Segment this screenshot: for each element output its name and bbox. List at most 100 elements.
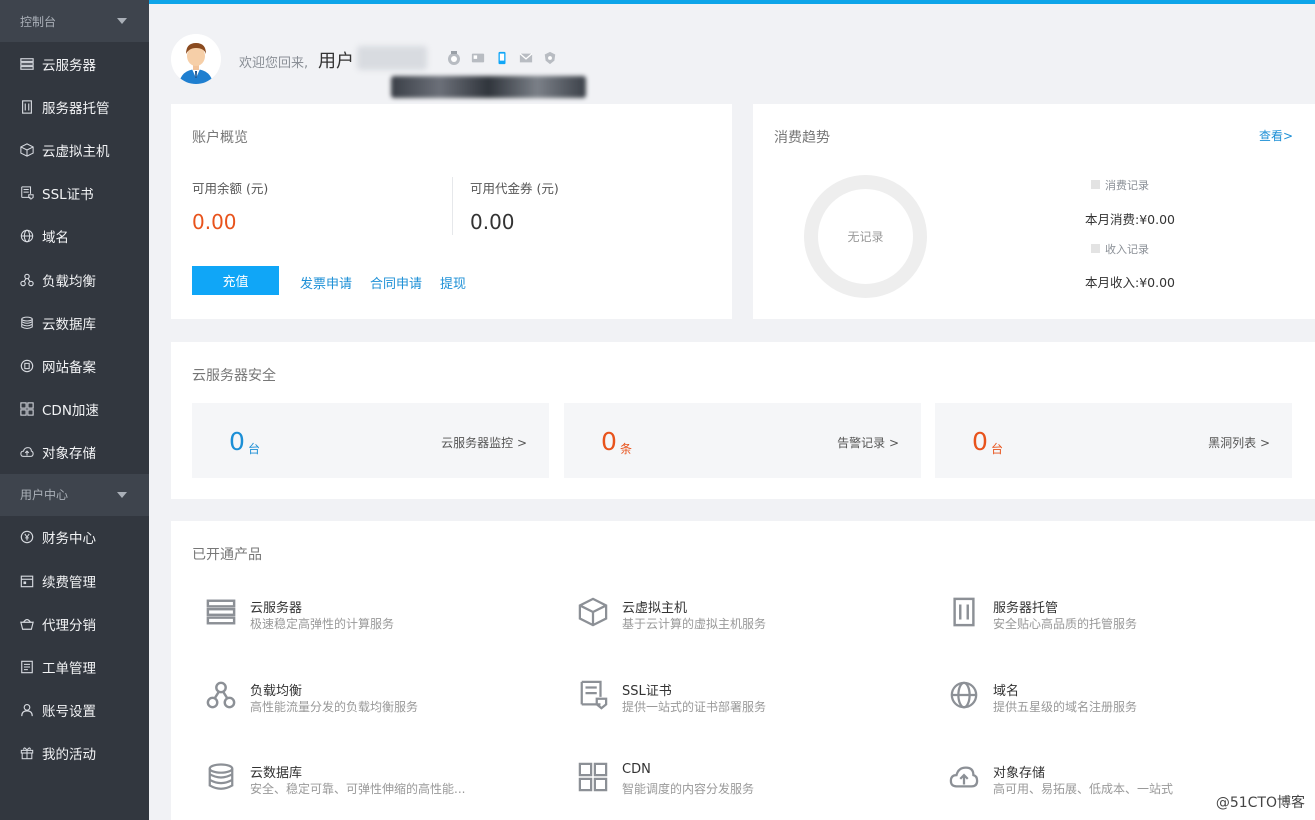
product-name: CDN [622,762,651,777]
sidebar-item[interactable]: 我的活动 [0,732,149,775]
legend-income: 收入记录 [1105,243,1149,256]
product-desc: 安全、稳定可靠、可弹性伸缩的高性能... [250,782,466,796]
sidebar-item[interactable]: 网站备案 [0,344,149,387]
rack-icon [20,100,34,114]
invoice-link[interactable]: 发票申请 [300,273,352,292]
product-item[interactable]: CDN 智能调度的内容分发服务 [578,762,908,812]
product-item[interactable]: 服务器托管 安全贴心高品质的托管服务 [949,597,1279,647]
blackhole-unit: 台 [991,442,1004,456]
blackhole-link[interactable]: 黑洞列表 > [1208,434,1270,451]
product-desc: 提供五星级的域名注册服务 [993,700,1138,714]
consumption-trend-card: 消费趋势 查看> 无记录 消费记录 本月消费:¥0.00 收入记录 本月收入:¥… [753,104,1315,319]
alerts-count: 0 [601,427,617,456]
product-item[interactable]: SSL证书 提供一站式的证书部署服务 [578,680,908,730]
avatar[interactable] [171,34,221,84]
sidebar-item-label: 续费管理 [42,574,96,591]
basket-icon [20,617,34,631]
voucher-value: 0.00 [470,210,515,234]
product-desc: 高性能流量分发的负载均衡服务 [250,700,419,714]
sidebar-item-label: 工单管理 [42,661,96,678]
cube-icon [578,597,612,631]
alerts-unit: 条 [620,442,633,456]
sidebar-item[interactable]: CDN加速 [0,388,149,431]
sidebar-item[interactable]: 账号设置 [0,689,149,732]
sidebar-item[interactable]: 云虚拟主机 [0,128,149,171]
sidebar-section-user-center[interactable]: 用户中心 [0,473,149,516]
product-desc: 极速稳定高弹性的计算服务 [250,617,395,631]
id-card-icon[interactable] [470,50,486,66]
sidebar-item-label: 云虚拟主机 [42,143,110,160]
product-name: 对象存储 [993,766,1046,781]
legend-swatch-income [1091,244,1100,253]
product-item[interactable]: 云服务器 极速稳定高弹性的计算服务 [206,597,536,647]
cdn-icon [578,762,612,796]
cube-icon [20,143,34,157]
sidebar-item[interactable]: 工单管理 [0,645,149,688]
gift-icon [20,746,34,760]
product-item[interactable]: 云虚拟主机 基于云计算的虚拟主机服务 [578,597,908,647]
sidebar-item[interactable]: 域名 [0,215,149,258]
product-desc: 高可用、易拓展、低成本、一站式 [993,782,1174,796]
sidebar-item[interactable]: SSL证书 [0,172,149,215]
monitor-link[interactable]: 云服务器监控 > [441,434,527,451]
redacted-username [357,46,427,70]
product-desc: 提供一站式的证书部署服务 [622,700,767,714]
product-item[interactable]: 云数据库 安全、稳定可靠、可弹性伸缩的高性能... [206,762,536,812]
product-name: 云数据库 [250,766,303,781]
sidebar-item-label: 账号设置 [42,704,96,721]
product-name: 服务器托管 [993,601,1059,616]
product-item[interactable]: 负载均衡 高性能流量分发的负载均衡服务 [206,680,536,730]
sidebar-item-label: 网站备案 [42,359,96,376]
sidebar-item-label: 云服务器 [42,57,96,74]
charge-button[interactable]: 充值 [192,266,279,295]
withdraw-link[interactable]: 提现 [440,273,466,292]
legend-spend: 消费记录 [1105,179,1149,192]
sidebar-item[interactable]: 财务中心 [0,516,149,559]
shield-icon[interactable] [542,50,558,66]
sidebar-item-label: 服务器托管 [42,100,110,117]
donut-chart: 无记录 [804,175,927,298]
monthly-income: 本月收入:¥0.00 [1085,275,1175,290]
balance-value: 0.00 [192,210,237,234]
mail-icon[interactable] [518,50,534,66]
chevron-down-icon [117,18,127,24]
phone-icon[interactable] [494,50,510,66]
sidebar-item-label: 代理分销 [42,617,96,634]
sidebar-item-label: 负载均衡 [42,273,96,290]
sidebar-item[interactable]: 代理分销 [0,602,149,645]
cloud-upload-icon [949,762,983,796]
sidebar-item-label: 我的活动 [42,747,96,764]
contract-link[interactable]: 合同申请 [370,273,422,292]
blackhole-box[interactable]: 0 台 黑洞列表 > [935,403,1292,478]
globe-icon [20,229,34,243]
blackhole-count: 0 [972,427,988,456]
alerts-link[interactable]: 告警记录 > [837,434,899,451]
card-title: 账户概览 [192,130,248,146]
view-more-link[interactable]: 查看> [1259,127,1293,144]
verification-icons [446,50,558,66]
divider [452,177,453,235]
alerts-box[interactable]: 0 条 告警记录 > [564,403,921,478]
product-item[interactable]: 域名 提供五星级的域名注册服务 [949,680,1279,730]
sidebar-item[interactable]: 服务器托管 [0,85,149,128]
product-name: SSL证书 [622,684,672,699]
monitor-box[interactable]: 0 台 云服务器监控 > [192,403,549,478]
product-desc: 基于云计算的虚拟主机服务 [622,617,767,631]
legend-swatch-spend [1091,180,1100,189]
voucher-label: 可用代金券 (元) [470,181,559,196]
redacted-info [391,76,586,98]
username: 用户 [318,51,354,72]
monthly-spend: 本月消费:¥0.00 [1085,212,1175,227]
database-icon [206,762,240,796]
medal-icon[interactable] [446,50,462,66]
donut-empty-label: 无记录 [847,230,884,244]
sidebar-item[interactable]: 云数据库 [0,301,149,344]
sidebar-item[interactable]: 续费管理 [0,559,149,602]
sidebar-item[interactable]: 对象存储 [0,431,149,474]
product-name: 负载均衡 [250,684,303,699]
sidebar-item[interactable]: 负载均衡 [0,258,149,301]
product-desc: 安全贴心高品质的托管服务 [993,617,1138,631]
sidebar-item[interactable]: 云服务器 [0,42,149,85]
sidebar-section-console[interactable]: 控制台 [0,0,149,42]
sidebar: 控制台 云服务器服务器托管云虚拟主机 SSL证书 域名负载均衡云数据库网站备案 CDN… [0,0,149,820]
